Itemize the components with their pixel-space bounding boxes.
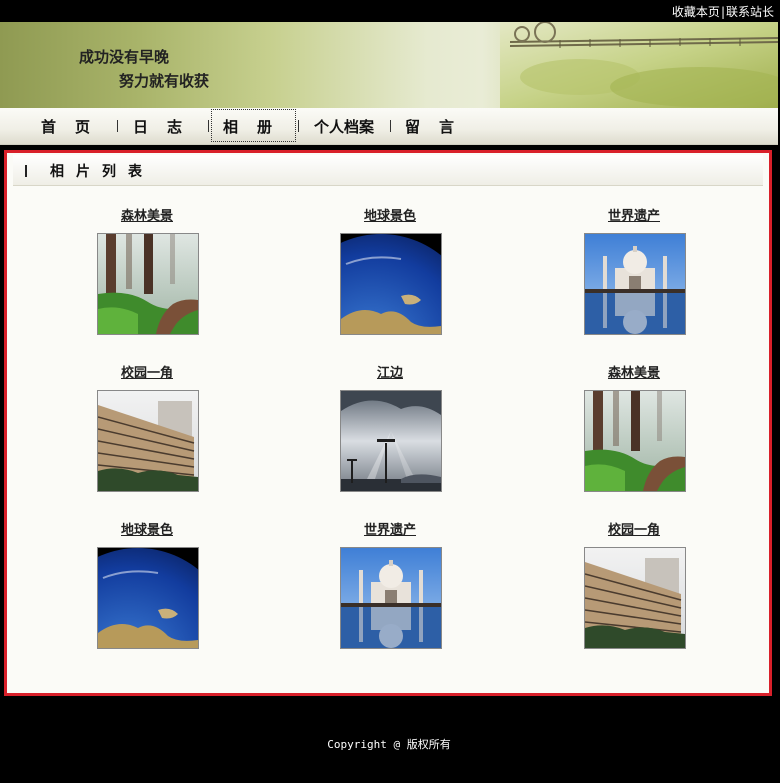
photo-card: 校园一角 xyxy=(564,519,704,649)
bookmark-link[interactable]: 收藏本页 xyxy=(672,5,720,19)
panel-heading: 相片列表 xyxy=(13,155,763,186)
slogan-line-1: 成功没有早晚 xyxy=(79,48,170,66)
nav-divider xyxy=(117,120,118,132)
main-nav: 首 页 日 志 相 册 个人档案 留 言 xyxy=(0,108,778,145)
nav-divider xyxy=(208,120,209,132)
footer-copyright: Copyright @ 版权所有 xyxy=(327,738,451,751)
photo-caption[interactable]: 校园一角 xyxy=(608,519,660,538)
heading-bar xyxy=(25,165,27,177)
photo-card: 森林美景 xyxy=(564,362,704,492)
photo-thumbnail-riverside[interactable] xyxy=(340,390,442,492)
nav-item-home[interactable]: 首 页 xyxy=(41,116,92,137)
photo-card: 世界遗产 xyxy=(564,205,704,335)
photo-card: 校园一角 xyxy=(77,362,217,492)
photo-caption[interactable]: 江边 xyxy=(377,362,403,381)
panel-title: 相片列表 xyxy=(50,164,154,180)
photo-thumbnail-forest[interactable] xyxy=(584,390,686,492)
photo-thumbnail-forest[interactable] xyxy=(97,233,199,335)
photo-caption[interactable]: 森林美景 xyxy=(608,362,660,381)
photo-caption[interactable]: 地球景色 xyxy=(121,519,173,538)
photo-card: 地球景色 xyxy=(77,519,217,649)
photo-thumbnail-campus[interactable] xyxy=(97,390,199,492)
photo-caption[interactable]: 校园一角 xyxy=(121,362,173,381)
photo-caption[interactable]: 世界遗产 xyxy=(364,519,416,538)
photo-thumbnail-campus[interactable] xyxy=(584,547,686,649)
photo-thumbnail-taj-mahal[interactable] xyxy=(340,547,442,649)
photo-card: 世界遗产 xyxy=(320,519,460,649)
nav-item-profile[interactable]: 个人档案 xyxy=(314,116,374,137)
header-banner: 成功没有早晚 努力就有收获 xyxy=(0,22,778,108)
photo-caption[interactable]: 地球景色 xyxy=(364,205,416,224)
nav-divider xyxy=(390,120,391,132)
photo-caption[interactable]: 世界遗产 xyxy=(608,205,660,224)
nav-item-blog[interactable]: 日 志 xyxy=(133,116,184,137)
photo-caption[interactable]: 森林美景 xyxy=(121,205,173,224)
nav-item-guestbook[interactable]: 留 言 xyxy=(405,116,456,137)
album-panel: 相片列表 森林美景 地球景色 世界遗产 校园一角 江边 森林美景 地球景色 世界… xyxy=(4,150,772,696)
photo-thumbnail-earth[interactable] xyxy=(340,233,442,335)
photo-card: 森林美景 xyxy=(77,205,217,335)
contact-link[interactable]: 联系站长 xyxy=(726,5,774,19)
photo-card: 江边 xyxy=(320,362,460,492)
photo-thumbnail-earth[interactable] xyxy=(97,547,199,649)
photo-card: 地球景色 xyxy=(320,205,460,335)
nav-divider xyxy=(298,120,299,132)
photo-thumbnail-taj-mahal[interactable] xyxy=(584,233,686,335)
link-separator: | xyxy=(720,5,725,19)
slogan-line-2: 努力就有收获 xyxy=(119,72,210,90)
top-bar: 收藏本页|联系站长 xyxy=(0,0,780,22)
banner-railway-image xyxy=(500,22,778,108)
top-links: 收藏本页|联系站长 xyxy=(672,3,774,20)
nav-item-album[interactable]: 相 册 xyxy=(223,116,274,137)
